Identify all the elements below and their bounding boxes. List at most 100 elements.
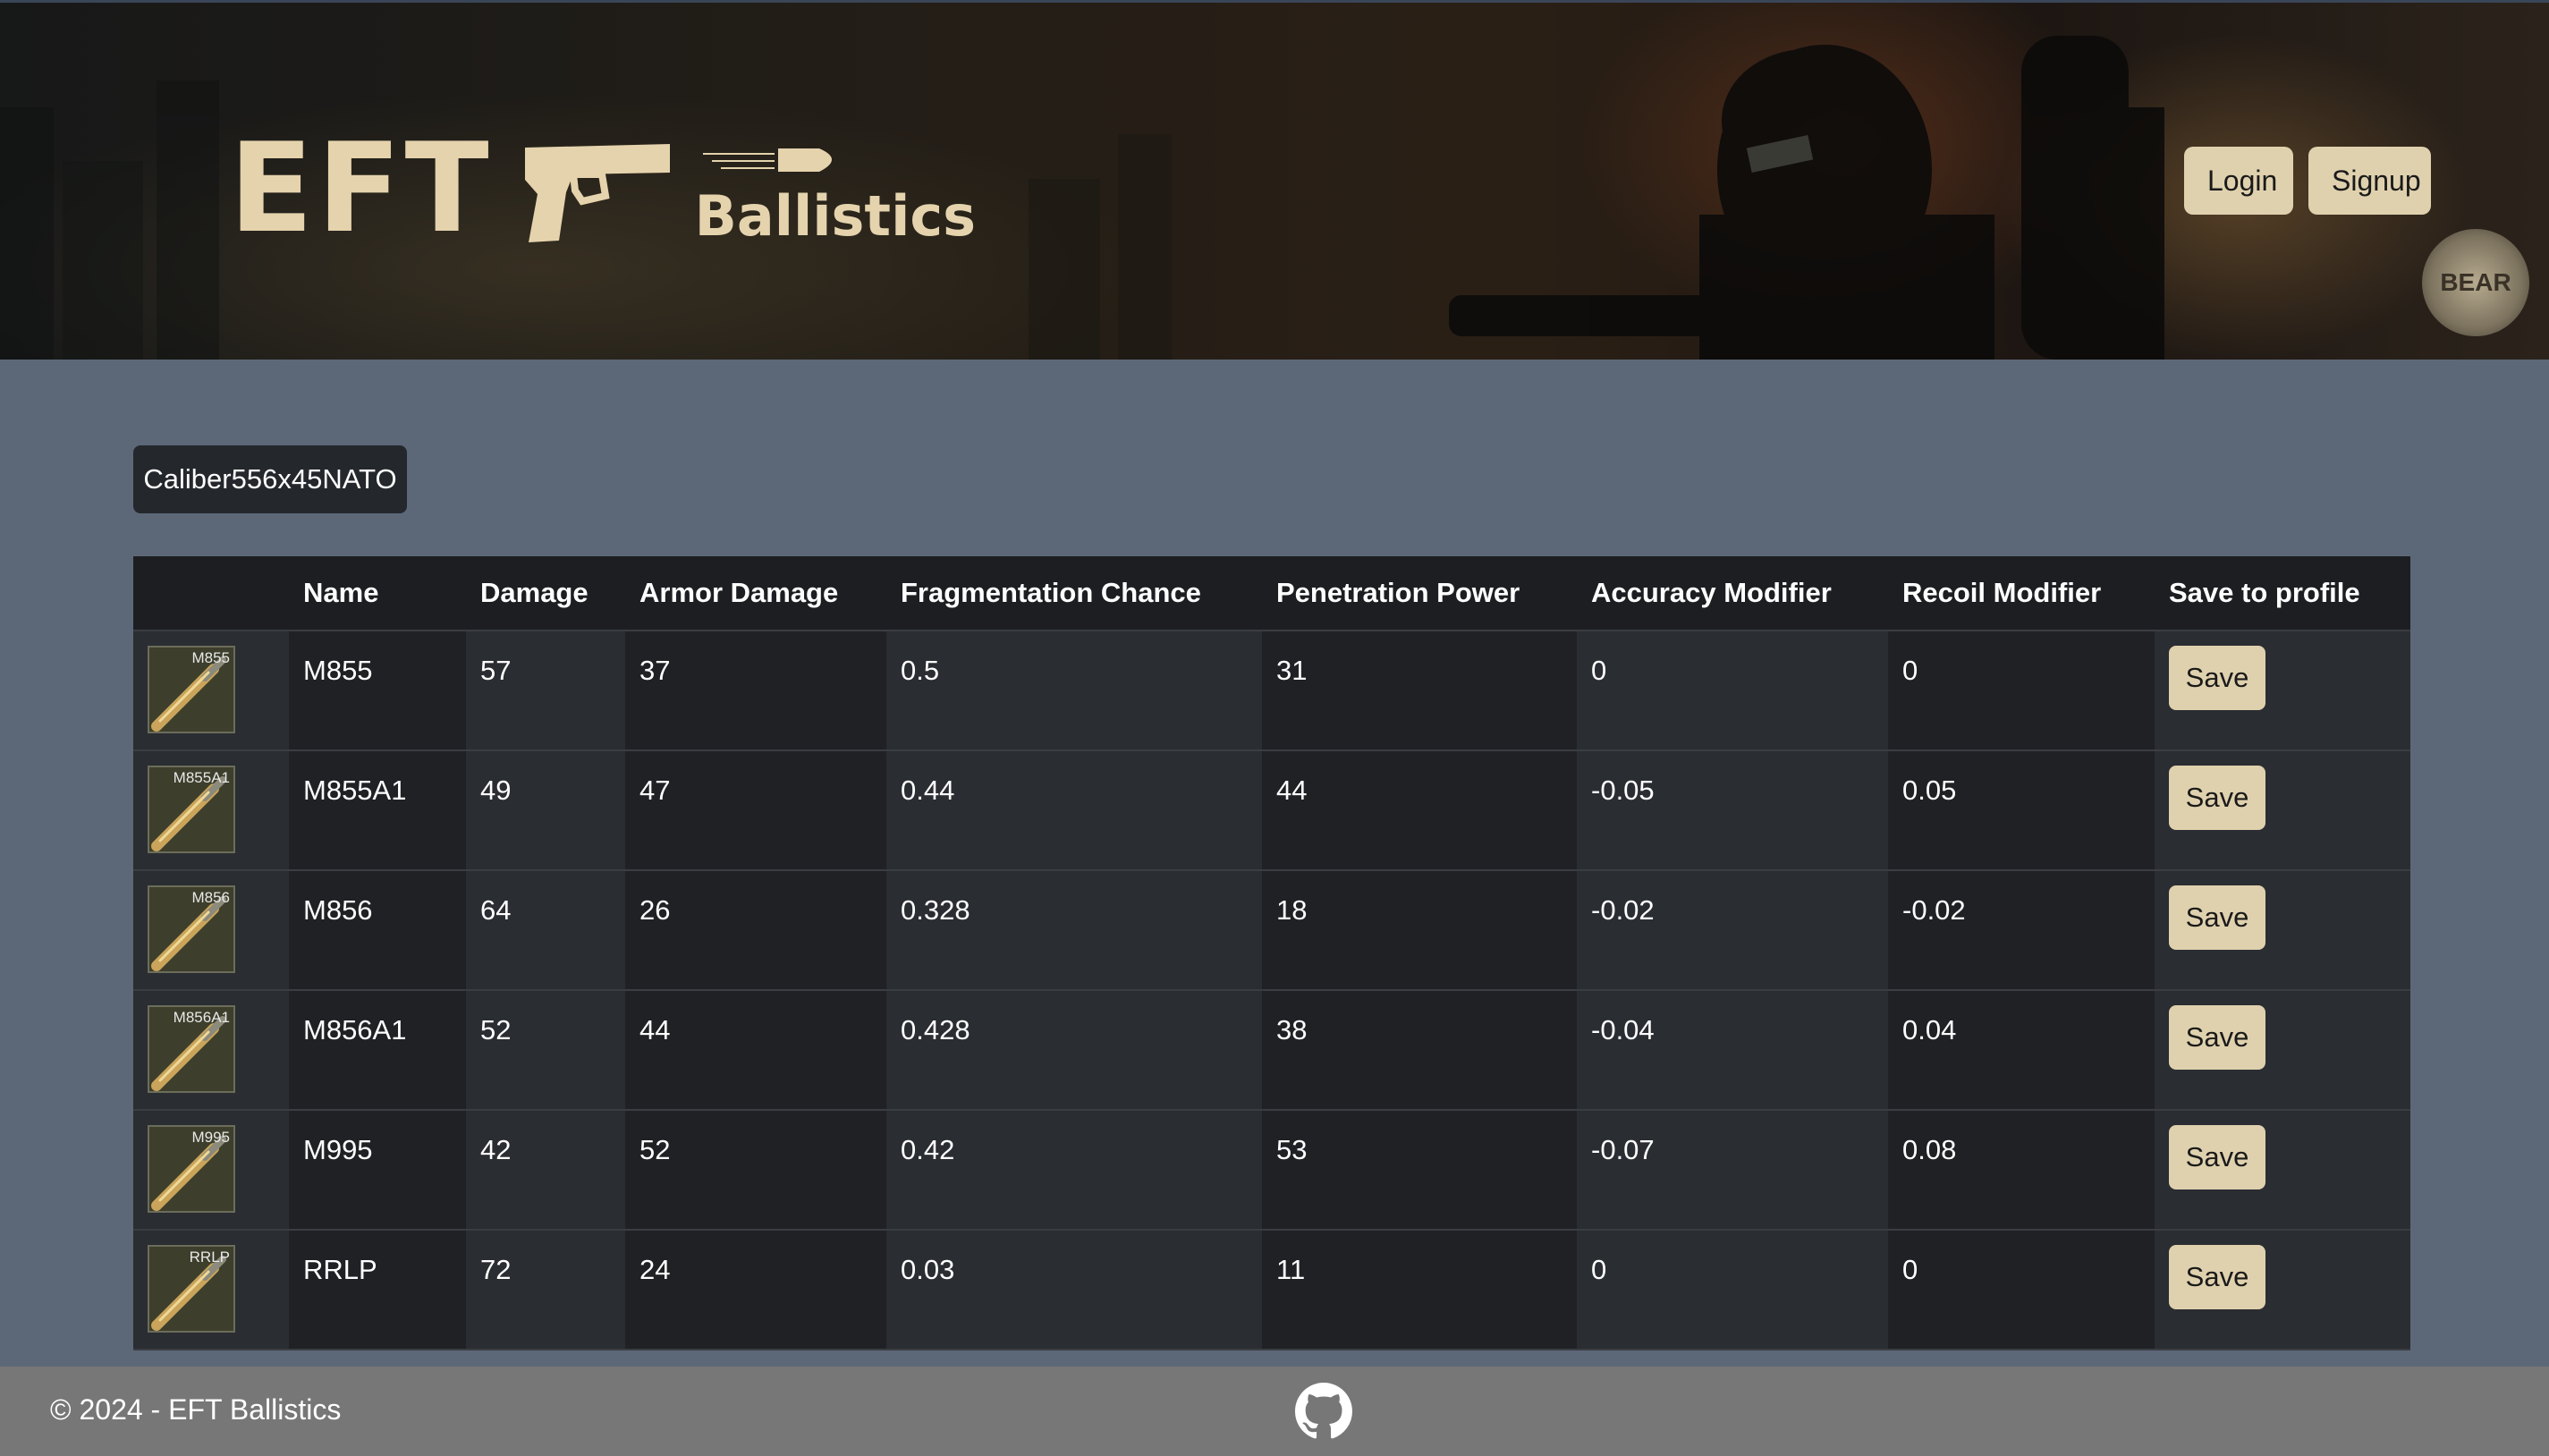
ammo-table-body: M855 M855 57 37 0.5 31 0 0 Save M855A1 M… <box>133 631 2410 1350</box>
col-header-accuracy-modifier: Accuracy Modifier <box>1577 556 1888 631</box>
ammo-thumbnail: M995 <box>148 1125 235 1213</box>
ammo-recoil-modifier: -0.02 <box>1888 870 2155 991</box>
ammo-name: M995 <box>289 1110 466 1231</box>
logo-eft-text: EFT <box>229 116 493 260</box>
save-to-profile-button[interactable]: Save <box>2169 646 2265 710</box>
ammo-penetration-power: 44 <box>1262 750 1577 871</box>
save-to-profile-button[interactable]: Save <box>2169 885 2265 950</box>
ammo-penetration-power: 11 <box>1262 1230 1577 1350</box>
table-row: M856 M856 64 26 0.328 18 -0.02 -0.02 Sav… <box>133 870 2410 991</box>
ammo-name: M856A1 <box>289 990 466 1111</box>
ammo-recoil-modifier: 0 <box>1888 1230 2155 1350</box>
ammo-accuracy-modifier: -0.07 <box>1577 1110 1888 1231</box>
ammo-thumbnail-label: RRLP <box>189 1249 230 1266</box>
site-logo[interactable]: EFT Ballistics <box>229 125 976 250</box>
ammo-armor-damage: 24 <box>625 1230 886 1350</box>
col-header-image <box>133 556 289 631</box>
ammo-thumbnail-label: M995 <box>191 1129 230 1146</box>
ammo-damage: 49 <box>466 750 625 871</box>
table-row: M855A1 M855A1 49 47 0.44 44 -0.05 0.05 S… <box>133 750 2410 871</box>
ammo-armor-damage: 26 <box>625 870 886 991</box>
table-row: RRLP RRLP 72 24 0.03 11 0 0 Save <box>133 1230 2410 1350</box>
ammo-recoil-modifier: 0 <box>1888 631 2155 751</box>
ammo-recoil-modifier: 0.04 <box>1888 990 2155 1111</box>
ammo-table-container: Name Damage Armor Damage Fragmentation C… <box>133 556 2410 1367</box>
bear-badge-text: BEAR <box>2440 268 2511 296</box>
ammo-fragmentation-chance: 0.5 <box>886 631 1262 751</box>
save-cell: Save <box>2155 870 2410 991</box>
save-to-profile-button[interactable]: Save <box>2169 1125 2265 1189</box>
ammo-accuracy-modifier: -0.04 <box>1577 990 1888 1111</box>
ammo-thumbnail: RRLP <box>148 1245 235 1333</box>
ammo-image-cell: M856A1 <box>133 990 289 1111</box>
col-header-penetration-power: Penetration Power <box>1262 556 1577 631</box>
ammo-damage: 57 <box>466 631 625 751</box>
ammo-armor-damage: 44 <box>625 990 886 1111</box>
ammo-damage: 52 <box>466 990 625 1111</box>
ammo-thumbnail-label: M855A1 <box>173 769 230 786</box>
ammo-accuracy-modifier: -0.02 <box>1577 870 1888 991</box>
bullet-icon <box>703 141 846 182</box>
save-cell: Save <box>2155 1230 2410 1350</box>
ammo-fragmentation-chance: 0.428 <box>886 990 1262 1111</box>
site-footer: © 2024 - EFT Ballistics <box>0 1367 2549 1456</box>
save-cell: Save <box>2155 750 2410 871</box>
ammo-image-cell: RRLP <box>133 1230 289 1350</box>
ammo-fragmentation-chance: 0.44 <box>886 750 1262 871</box>
ammo-accuracy-modifier: 0 <box>1577 1230 1888 1350</box>
ammo-name: RRLP <box>289 1230 466 1350</box>
ammo-armor-damage: 47 <box>625 750 886 871</box>
ammo-penetration-power: 53 <box>1262 1110 1577 1231</box>
save-cell: Save <box>2155 990 2410 1111</box>
ammo-image-cell: M995 <box>133 1110 289 1231</box>
ammo-fragmentation-chance: 0.328 <box>886 870 1262 991</box>
ammo-thumbnail-label: M855 <box>191 649 230 666</box>
ammo-thumbnail-label: M856A1 <box>173 1009 230 1026</box>
caliber-selector[interactable]: Caliber556x45NATO <box>133 445 407 513</box>
col-header-damage: Damage <box>466 556 625 631</box>
ammo-table: Name Damage Armor Damage Fragmentation C… <box>133 556 2410 1350</box>
ammo-name: M855A1 <box>289 750 466 871</box>
ammo-thumbnail-label: M856 <box>191 889 230 906</box>
ammo-armor-damage: 37 <box>625 631 886 751</box>
ammo-accuracy-modifier: -0.05 <box>1577 750 1888 871</box>
ammo-damage: 72 <box>466 1230 625 1350</box>
github-icon[interactable] <box>1295 1383 1352 1440</box>
bear-badge-logo: BEAR <box>2422 229 2529 336</box>
ammo-image-cell: M856 <box>133 870 289 991</box>
site-header: EFT Ballistics Login Signup BEAR <box>0 0 2549 360</box>
logo-ballistics-text: Ballistics <box>694 183 976 249</box>
save-to-profile-button[interactable]: Save <box>2169 766 2265 830</box>
ammo-recoil-modifier: 0.05 <box>1888 750 2155 871</box>
table-row: M856A1 M856A1 52 44 0.428 38 -0.04 0.04 … <box>133 990 2410 1111</box>
ammo-penetration-power: 18 <box>1262 870 1577 991</box>
ammo-image-cell: M855A1 <box>133 750 289 871</box>
ammo-name: M856 <box>289 870 466 991</box>
ammo-accuracy-modifier: 0 <box>1577 631 1888 751</box>
signup-button[interactable]: Signup <box>2308 147 2431 215</box>
ammo-armor-damage: 52 <box>625 1110 886 1231</box>
ammo-damage: 42 <box>466 1110 625 1231</box>
ammo-name: M855 <box>289 631 466 751</box>
ammo-fragmentation-chance: 0.03 <box>886 1230 1262 1350</box>
col-header-armor-damage: Armor Damage <box>625 556 886 631</box>
caliber-selected-label: Caliber556x45NATO <box>143 463 397 495</box>
ammo-penetration-power: 31 <box>1262 631 1577 751</box>
table-header-row: Name Damage Armor Damage Fragmentation C… <box>133 556 2410 631</box>
save-to-profile-button[interactable]: Save <box>2169 1245 2265 1309</box>
ammo-fragmentation-chance: 0.42 <box>886 1110 1262 1231</box>
ammo-image-cell: M855 <box>133 631 289 751</box>
ammo-penetration-power: 38 <box>1262 990 1577 1111</box>
login-button[interactable]: Login <box>2184 147 2293 215</box>
col-header-recoil-modifier: Recoil Modifier <box>1888 556 2155 631</box>
col-header-save-to-profile: Save to profile <box>2155 556 2410 631</box>
ammo-thumbnail: M855A1 <box>148 766 235 853</box>
pistol-icon <box>520 140 672 250</box>
ammo-thumbnail: M856A1 <box>148 1005 235 1093</box>
ammo-damage: 64 <box>466 870 625 991</box>
table-row: M855 M855 57 37 0.5 31 0 0 Save <box>133 631 2410 751</box>
save-to-profile-button[interactable]: Save <box>2169 1005 2265 1070</box>
ammo-thumbnail: M855 <box>148 646 235 733</box>
ammo-thumbnail: M856 <box>148 885 235 973</box>
table-row: M995 M995 42 52 0.42 53 -0.07 0.08 Save <box>133 1110 2410 1231</box>
